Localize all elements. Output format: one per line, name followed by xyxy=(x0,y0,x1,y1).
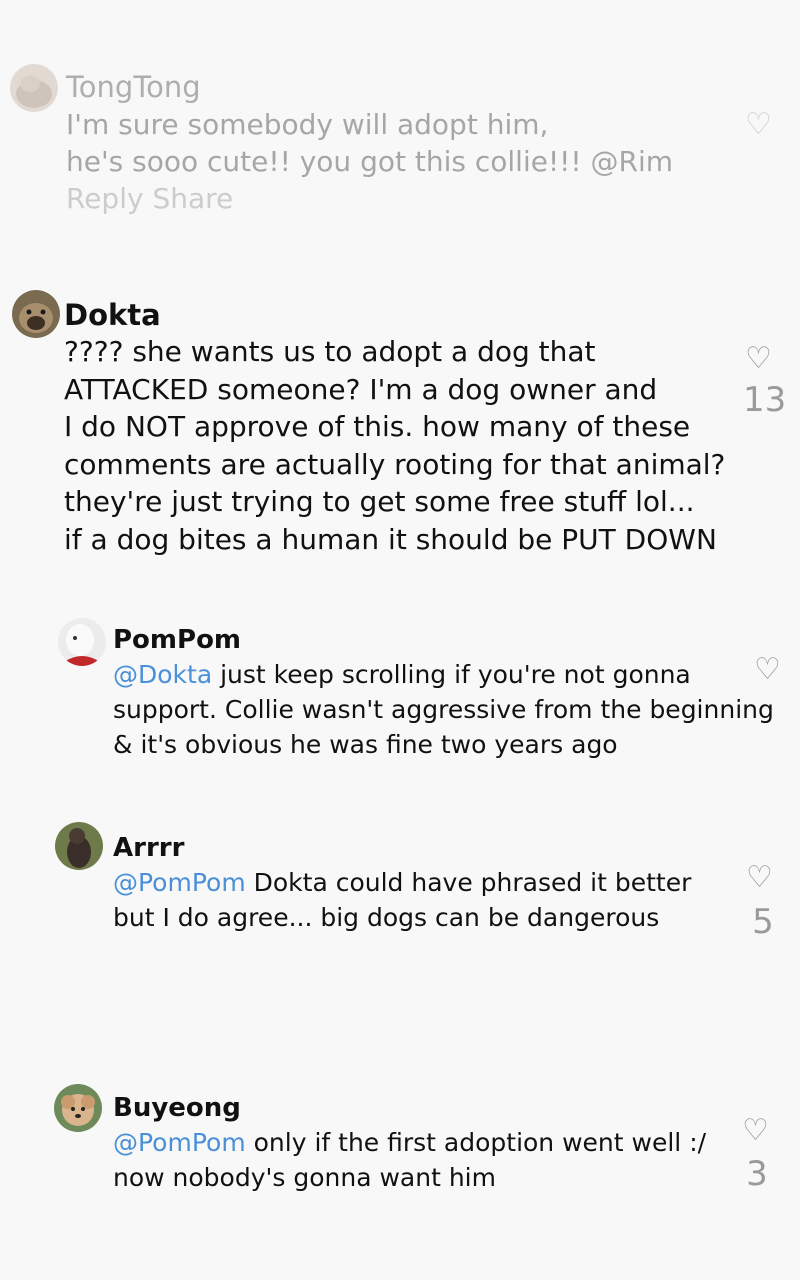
comment-text: ???? she wants us to adopt a dog that xyxy=(64,335,596,368)
comment-text: comments are actually rooting for that a… xyxy=(64,448,726,481)
mention-link[interactable]: @Dokta xyxy=(113,660,212,689)
reply-share-actions[interactable]: Reply Share xyxy=(66,182,233,215)
like-count: 5 xyxy=(752,902,774,942)
username[interactable]: PomPom xyxy=(113,625,241,655)
comment-item: PomPom @Dokta just keep scrolling if you… xyxy=(0,610,800,770)
avatar[interactable] xyxy=(58,618,106,666)
comment-text: & it's obvious he was fine two years ago xyxy=(113,730,618,759)
comment-item: TongTong I'm sure somebody will adopt hi… xyxy=(0,0,800,230)
heart-outline-icon[interactable]: ♡ xyxy=(745,110,772,140)
heart-outline-icon[interactable]: ♡ xyxy=(754,655,781,685)
comment-item: Arrrr @PomPom Dokta could have phrased i… xyxy=(0,818,800,968)
comment-text: I do NOT approve of this. how many of th… xyxy=(64,410,691,443)
heart-outline-icon[interactable]: ♡ xyxy=(746,863,773,893)
like-count: 13 xyxy=(743,380,787,420)
like-count: 3 xyxy=(746,1154,768,1194)
username[interactable]: Buyeong xyxy=(113,1093,241,1123)
comment-text: @Dokta just keep scrolling if you're not… xyxy=(113,660,691,689)
username[interactable]: Arrrr xyxy=(113,833,184,863)
comment-text: ATTACKED someone? I'm a dog owner and xyxy=(64,373,658,406)
comment-item: Dokta ???? she wants us to adopt a dog t… xyxy=(0,280,800,570)
mention-link[interactable]: @PomPom xyxy=(113,1128,246,1157)
heart-outline-icon[interactable]: ♡ xyxy=(742,1116,769,1146)
heart-outline-icon[interactable]: ♡ xyxy=(745,344,772,374)
avatar[interactable] xyxy=(55,822,103,870)
comment-text: I'm sure somebody will adopt him, xyxy=(66,108,549,141)
username[interactable]: Dokta xyxy=(64,298,161,332)
comment-text: support. Collie wasn't aggressive from t… xyxy=(113,695,774,724)
comment-text: @PomPom Dokta could have phrased it bett… xyxy=(113,868,692,897)
comment-text: they're just trying to get some free stu… xyxy=(64,485,695,518)
comment-text: if a dog bites a human it should be PUT … xyxy=(64,523,717,556)
comment-text: now nobody's gonna want him xyxy=(113,1163,496,1192)
comment-text: @PomPom only if the first adoption went … xyxy=(113,1128,707,1157)
mention-link[interactable]: @PomPom xyxy=(113,868,246,897)
avatar[interactable] xyxy=(10,64,58,112)
comment-item: Buyeong @PomPom only if the first adopti… xyxy=(0,1078,800,1228)
comment-text: he's sooo cute!! you got this collie!!! … xyxy=(66,145,674,178)
avatar[interactable] xyxy=(12,290,60,338)
avatar[interactable] xyxy=(54,1084,102,1132)
comment-text: but I do agree... big dogs can be danger… xyxy=(113,903,660,932)
username[interactable]: TongTong xyxy=(66,70,201,104)
